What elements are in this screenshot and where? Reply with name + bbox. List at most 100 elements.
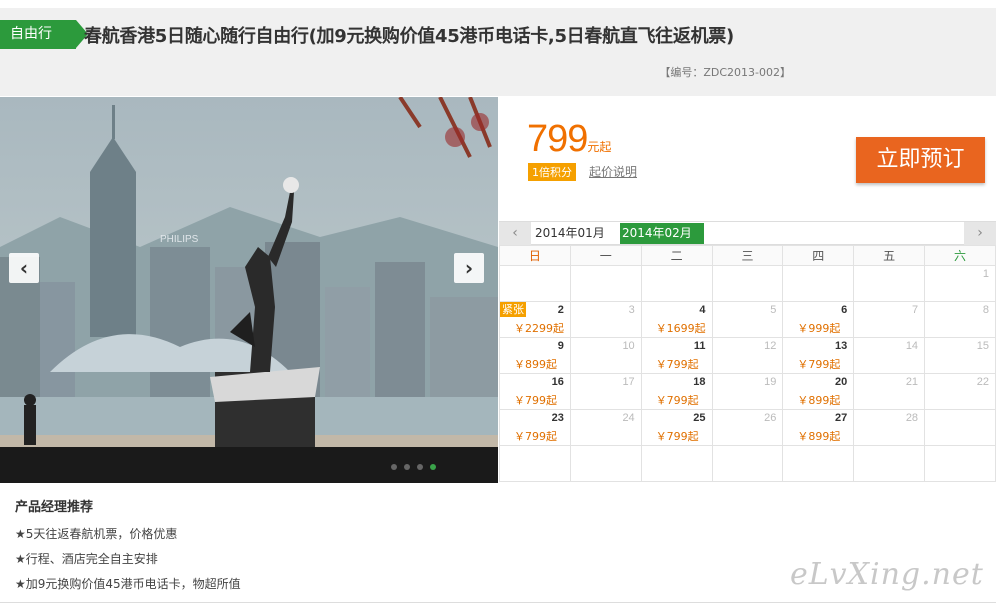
weekday-header: 四 xyxy=(782,245,855,266)
calendar-day-cell: 1 xyxy=(924,265,996,302)
calendar-day-cell: 26 xyxy=(711,409,784,446)
recommendations-title: 产品经理推荐 xyxy=(15,500,94,515)
calendar-day-cell[interactable]: 4 ￥1699起 xyxy=(640,301,713,338)
weekday-header: 日 xyxy=(499,245,571,266)
departure-calendar: ‹ 2014年01月 2014年02月 › 日一二三四五六 1 2 紧张 ￥2299起… xyxy=(499,221,996,482)
day-price: ￥799起 xyxy=(655,358,699,371)
day-price: ￥899起 xyxy=(797,430,841,443)
calendar-day-cell xyxy=(924,445,996,482)
month-tab[interactable]: 2014年01月 xyxy=(533,223,607,244)
calendar-week-row: 2 紧张 ￥2299起 3 4 ￥1699起 5 6 ￥999起 7 8 xyxy=(499,301,996,338)
calendar-day-cell[interactable]: 25 ￥799起 xyxy=(640,409,713,446)
day-price: ￥1699起 xyxy=(655,322,706,335)
divider xyxy=(0,602,996,603)
day-number: 5 xyxy=(770,304,777,316)
manager-recommendations: 产品经理推荐 ★5天往返春航机票，价格优惠 ★行程、酒店完全自主安排 ★加9元换… xyxy=(15,496,241,600)
calendar-day-cell[interactable]: 11 ￥799起 xyxy=(640,337,713,374)
calendar-day-cell: 14 xyxy=(853,337,926,374)
calendar-month-nav: ‹ 2014年01月 2014年02月 › xyxy=(499,221,996,245)
calendar-day-cell: 12 xyxy=(711,337,784,374)
day-number: 10 xyxy=(622,340,635,352)
gallery-dot[interactable] xyxy=(404,464,410,470)
day-number: 22 xyxy=(976,376,989,388)
day-number: 19 xyxy=(764,376,777,388)
calendar-day-cell[interactable]: 9 ￥899起 xyxy=(499,337,571,374)
recommendation-item: ★加9元换购价值45港币电话卡，物超所值 xyxy=(15,577,241,591)
book-now-button[interactable]: 立即预订 xyxy=(856,137,985,183)
calendar-day-cell xyxy=(499,265,571,302)
calendar-day-cell xyxy=(569,265,642,302)
price-unit: 元起 xyxy=(587,140,612,154)
calendar-day-cell: 19 xyxy=(711,373,784,410)
day-number: 13 xyxy=(834,340,848,352)
day-number: 15 xyxy=(976,340,989,352)
calendar-day-cell: 3 xyxy=(569,301,642,338)
gallery-dot[interactable] xyxy=(391,464,397,470)
day-price: ￥799起 xyxy=(514,430,557,443)
day-number: 4 xyxy=(699,304,706,316)
day-number: 21 xyxy=(905,376,919,388)
calendar-next-button[interactable]: › xyxy=(964,222,996,245)
calendar-day-cell: 21 xyxy=(853,373,926,410)
gallery-next-button[interactable]: › xyxy=(454,253,484,283)
calendar-day-cell: 28 xyxy=(853,409,926,446)
day-number: 18 xyxy=(693,376,706,388)
chevron-right-icon: › xyxy=(977,225,983,241)
calendar-day-cell[interactable]: 18 ￥799起 xyxy=(640,373,713,410)
calendar-day-cell xyxy=(853,445,926,482)
day-number: 8 xyxy=(982,304,989,316)
calendar-day-cell: 15 xyxy=(924,337,996,374)
billboard-sign: PHILIPS xyxy=(160,234,199,245)
calendar-day-cell xyxy=(711,445,784,482)
calendar-day-cell[interactable]: 2 紧张 ￥2299起 xyxy=(499,301,571,338)
day-price: ￥799起 xyxy=(655,430,699,443)
availability-tight-badge: 紧张 xyxy=(500,302,526,317)
calendar-day-cell xyxy=(569,445,642,482)
product-header: 自由行 春航香港5日随心随行自由行(加9元换购价值45港币电话卡,5日春航直飞往… xyxy=(0,8,996,96)
calendar-day-cell[interactable]: 16 ￥799起 xyxy=(499,373,571,410)
calendar-day-cell xyxy=(640,265,713,302)
calendar-day-cell[interactable]: 23 ￥799起 xyxy=(499,409,571,446)
day-number: 1 xyxy=(982,268,989,280)
calendar-day-cell[interactable]: 20 ￥899起 xyxy=(782,373,855,410)
chevron-left-icon: ‹ xyxy=(512,225,518,241)
calendar-day-cell xyxy=(924,409,996,446)
day-number: 23 xyxy=(551,412,564,424)
day-price: ￥799起 xyxy=(797,358,841,371)
product-code: 【编号：ZDC2013-002】 xyxy=(659,66,791,79)
calendar-day-cell[interactable]: 27 ￥899起 xyxy=(782,409,855,446)
calendar-prev-button[interactable]: ‹ xyxy=(499,222,531,245)
calendar-day-cell xyxy=(640,445,713,482)
product-title: 春航香港5日随心随行自由行(加9元换购价值45港币电话卡,5日春航直飞往返机票) xyxy=(84,26,734,47)
day-number: 24 xyxy=(622,412,635,424)
calendar-week-row: 1 xyxy=(499,265,996,302)
day-number: 14 xyxy=(905,340,919,352)
day-number: 11 xyxy=(693,340,706,352)
calendar-week-row xyxy=(499,445,996,482)
calendar-day-cell: 10 xyxy=(569,337,642,374)
price-explanation-link[interactable]: 起价说明 xyxy=(589,163,637,180)
calendar-day-cell: 5 xyxy=(711,301,784,338)
day-number: 9 xyxy=(557,340,564,352)
weekday-header: 三 xyxy=(711,245,784,266)
chevron-right-icon: › xyxy=(464,256,474,280)
calendar-day-cell[interactable]: 13 ￥799起 xyxy=(782,337,855,374)
gallery-dot-active[interactable] xyxy=(430,464,436,470)
day-number: 25 xyxy=(693,412,706,424)
month-tab-active[interactable]: 2014年02月 xyxy=(620,223,704,244)
weekday-header: 五 xyxy=(853,245,926,266)
weekday-header: 六 xyxy=(924,245,996,266)
gallery-prev-button[interactable]: ‹ xyxy=(9,253,39,283)
day-number: 12 xyxy=(764,340,777,352)
points-badge: 1倍积分 xyxy=(528,163,576,181)
day-number: 16 xyxy=(551,376,564,388)
product-photo-gallery: PHILIPS ‹ › xyxy=(0,97,498,483)
day-number: 2 xyxy=(557,304,564,316)
day-number: 27 xyxy=(834,412,848,424)
day-price: ￥799起 xyxy=(514,394,557,407)
calendar-day-cell: 8 xyxy=(924,301,996,338)
gallery-dot[interactable] xyxy=(417,464,423,470)
calendar-day-cell: 17 xyxy=(569,373,642,410)
calendar-day-cell[interactable]: 6 ￥999起 xyxy=(782,301,855,338)
weekday-header: 一 xyxy=(569,245,642,266)
